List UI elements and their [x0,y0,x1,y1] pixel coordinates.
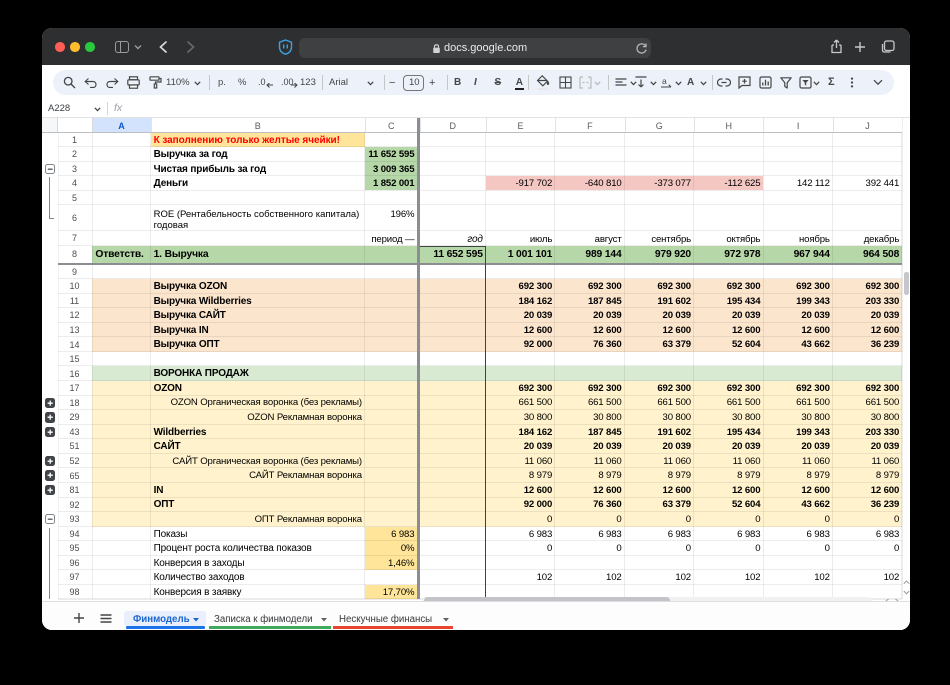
svg-text:a: a [662,76,667,86]
